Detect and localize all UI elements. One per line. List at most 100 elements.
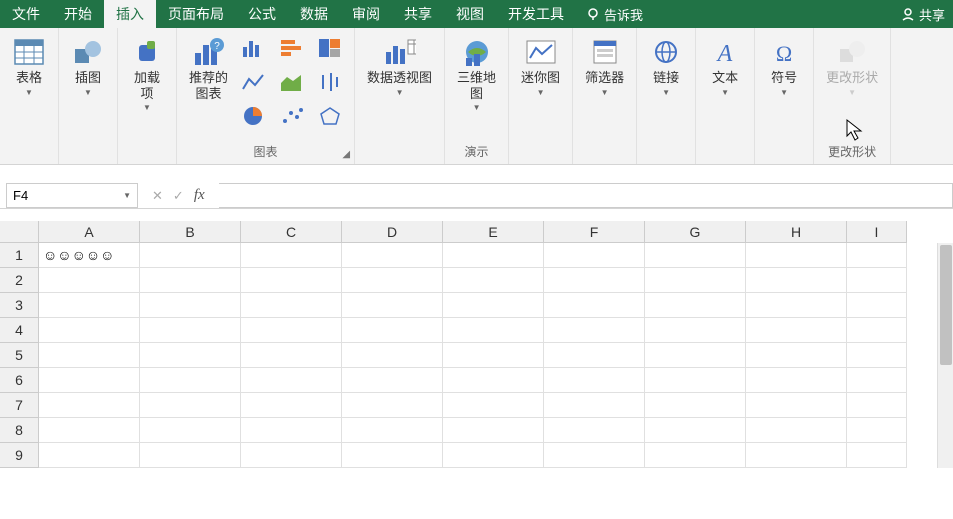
cell[interactable] <box>645 343 746 368</box>
cell[interactable] <box>847 318 907 343</box>
cell[interactable] <box>847 443 907 468</box>
cell[interactable] <box>140 343 241 368</box>
cell[interactable] <box>645 393 746 418</box>
cell[interactable] <box>645 268 746 293</box>
cell[interactable] <box>544 343 645 368</box>
menu-tab-7[interactable]: 共享 <box>392 0 444 28</box>
cell[interactable] <box>443 293 544 318</box>
addins-button[interactable]: 加载 项 ▼ <box>124 32 170 116</box>
row-header-4[interactable]: 4 <box>0 318 39 343</box>
cell[interactable] <box>544 368 645 393</box>
chart-type-line[interactable] <box>236 66 272 98</box>
cell[interactable] <box>544 268 645 293</box>
cell[interactable] <box>746 393 847 418</box>
pivotchart-button[interactable]: 数据透视图 ▼ <box>361 32 438 101</box>
cell[interactable] <box>645 243 746 268</box>
cell[interactable] <box>746 443 847 468</box>
column-header-H[interactable]: H <box>746 221 847 243</box>
menu-tab-8[interactable]: 视图 <box>444 0 496 28</box>
cell[interactable] <box>443 268 544 293</box>
cell[interactable] <box>241 343 342 368</box>
cell[interactable] <box>241 393 342 418</box>
text-button[interactable]: A 文本 ▼ <box>702 32 748 101</box>
cell[interactable] <box>443 393 544 418</box>
chart-type-stock[interactable] <box>312 66 348 98</box>
cell[interactable] <box>746 318 847 343</box>
menu-tab-1[interactable]: 开始 <box>52 0 104 28</box>
cell[interactable] <box>645 418 746 443</box>
cell[interactable] <box>544 393 645 418</box>
chart-type-pie[interactable] <box>236 100 272 132</box>
menu-tab-9[interactable]: 开发工具 <box>496 0 576 28</box>
column-header-G[interactable]: G <box>645 221 746 243</box>
cell[interactable] <box>544 243 645 268</box>
cell[interactable] <box>847 393 907 418</box>
cell[interactable] <box>847 368 907 393</box>
column-header-A[interactable]: A <box>39 221 140 243</box>
cell[interactable] <box>342 343 443 368</box>
menu-tab-3[interactable]: 页面布局 <box>156 0 236 28</box>
row-header-7[interactable]: 7 <box>0 393 39 418</box>
row-header-1[interactable]: 1 <box>0 243 39 268</box>
cell[interactable] <box>443 418 544 443</box>
cell[interactable] <box>39 443 140 468</box>
charts-dialog-launcher[interactable]: ◢ <box>342 149 350 160</box>
cell[interactable] <box>241 368 342 393</box>
chart-type-scatter[interactable] <box>274 100 310 132</box>
cell[interactable] <box>241 293 342 318</box>
cell[interactable] <box>39 368 140 393</box>
menu-tab-5[interactable]: 数据 <box>288 0 340 28</box>
cell[interactable] <box>847 418 907 443</box>
cell[interactable] <box>847 343 907 368</box>
cell[interactable] <box>443 368 544 393</box>
cell[interactable] <box>645 318 746 343</box>
share-button[interactable]: 共享 <box>893 0 953 28</box>
cell[interactable] <box>746 418 847 443</box>
cell[interactable] <box>544 443 645 468</box>
cell[interactable] <box>39 418 140 443</box>
chart-type-treemap[interactable] <box>312 32 348 64</box>
cell[interactable] <box>140 443 241 468</box>
link-button[interactable]: 链接 ▼ <box>643 32 689 101</box>
illustrations-button[interactable]: 插图 ▼ <box>65 32 111 101</box>
formula-input[interactable] <box>225 188 946 203</box>
cell[interactable] <box>746 243 847 268</box>
cell[interactable] <box>241 443 342 468</box>
name-box[interactable]: ▼ <box>6 183 138 208</box>
chevron-down-icon[interactable]: ▼ <box>123 191 131 200</box>
scrollbar-thumb[interactable] <box>940 245 952 365</box>
cell[interactable] <box>342 318 443 343</box>
column-header-B[interactable]: B <box>140 221 241 243</box>
cell[interactable] <box>241 418 342 443</box>
cell[interactable] <box>746 343 847 368</box>
cell[interactable] <box>847 243 907 268</box>
menu-tab-0[interactable]: 文件 <box>0 0 52 28</box>
cell[interactable] <box>140 393 241 418</box>
cell[interactable] <box>342 368 443 393</box>
cell[interactable] <box>544 293 645 318</box>
cell[interactable] <box>645 443 746 468</box>
filters-button[interactable]: 筛选器 ▼ <box>579 32 630 101</box>
cell[interactable] <box>342 443 443 468</box>
cell[interactable] <box>140 418 241 443</box>
sparklines-button[interactable]: 迷你图 ▼ <box>515 32 566 101</box>
cell[interactable] <box>39 268 140 293</box>
chart-type-area[interactable] <box>274 66 310 98</box>
row-header-6[interactable]: 6 <box>0 368 39 393</box>
cell[interactable] <box>342 393 443 418</box>
cell[interactable]: ☺☺☺☺☺ <box>39 243 140 268</box>
cell[interactable] <box>443 318 544 343</box>
row-header-8[interactable]: 8 <box>0 418 39 443</box>
cell[interactable] <box>342 243 443 268</box>
tell-me[interactable]: 告诉我 <box>576 0 653 28</box>
cell[interactable] <box>847 293 907 318</box>
cell[interactable] <box>241 243 342 268</box>
cell[interactable] <box>645 293 746 318</box>
cell[interactable] <box>342 268 443 293</box>
cell[interactable] <box>544 318 645 343</box>
cell[interactable] <box>443 343 544 368</box>
row-header-5[interactable]: 5 <box>0 343 39 368</box>
column-header-E[interactable]: E <box>443 221 544 243</box>
fx-icon[interactable]: fx <box>194 187 205 204</box>
row-header-3[interactable]: 3 <box>0 293 39 318</box>
